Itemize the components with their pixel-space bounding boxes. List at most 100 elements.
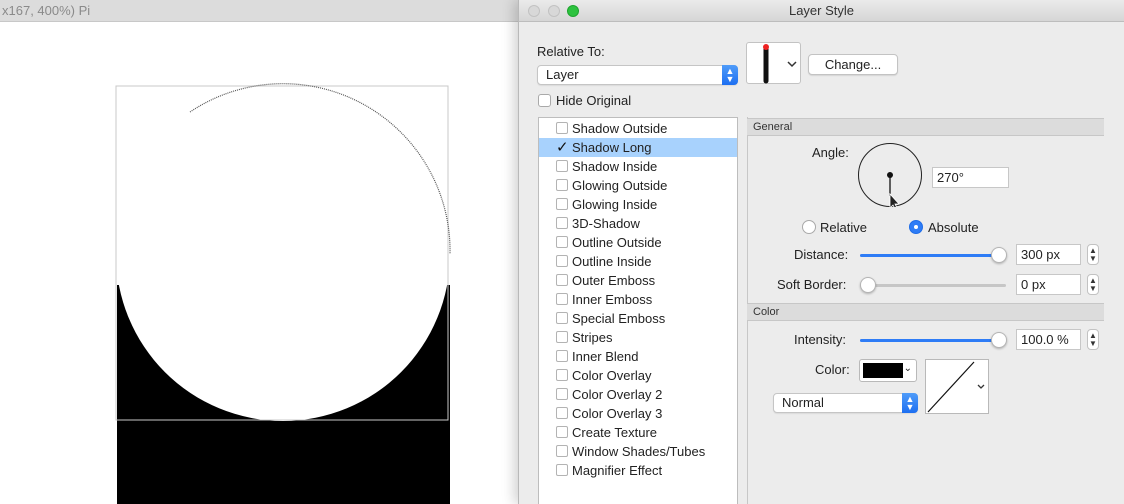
hide-original-label: Hide Original (556, 93, 632, 108)
soft-border-input[interactable]: 0 px (1016, 274, 1081, 295)
effect-list-item[interactable]: ✓ Shadow Long (539, 138, 737, 157)
effect-list-item[interactable]: Outline Inside (539, 252, 737, 271)
blend-mode-value: Normal (782, 395, 824, 410)
layer-preview-popup[interactable] (746, 42, 801, 84)
window-minimize-button[interactable] (548, 5, 560, 17)
curve-icon (927, 361, 985, 413)
general-section-header: General (747, 118, 1104, 136)
effect-list-item[interactable]: Create Texture (539, 423, 737, 442)
effect-label: Shadow Outside (572, 121, 668, 136)
effect-list-item[interactable]: Color Overlay (539, 366, 737, 385)
document-title-bar: x167, 400%) Pi (0, 0, 530, 22)
effect-checkbox[interactable] (556, 160, 568, 172)
select-stepper-icon: ▲ ▼ (902, 393, 918, 413)
effect-checkbox[interactable] (556, 122, 568, 134)
distance-input[interactable]: 300 px (1016, 244, 1081, 265)
effect-checkbox[interactable] (556, 179, 568, 191)
effect-list-item[interactable]: Window Shades/Tubes (539, 442, 737, 461)
effect-checkbox[interactable] (556, 217, 568, 229)
distance-slider-fill (860, 254, 997, 257)
effect-label: Inner Emboss (572, 292, 653, 307)
checkmark-icon: ✓ (556, 139, 569, 156)
effect-list-item[interactable]: Outer Emboss (539, 271, 737, 290)
effect-checkbox[interactable] (556, 274, 568, 286)
change-button[interactable]: Change... (808, 54, 898, 75)
effect-checkbox[interactable] (556, 293, 568, 305)
effect-list-item[interactable]: Inner Blend (539, 347, 737, 366)
distance-slider-knob[interactable] (991, 247, 1007, 263)
document-canvas[interactable] (0, 22, 520, 504)
distance-label: Distance: (794, 247, 849, 262)
intensity-input[interactable]: 100.0 % (1016, 329, 1081, 350)
angle-indicator-icon (887, 172, 900, 207)
effect-label: Shadow Inside (572, 159, 658, 174)
effect-checkbox[interactable] (556, 312, 568, 324)
effect-list-item[interactable]: Special Emboss (539, 309, 737, 328)
color-swatch (863, 363, 903, 378)
effect-list-item[interactable]: Inner Emboss (539, 290, 737, 309)
angle-label: Angle: (812, 145, 849, 160)
effect-checkbox[interactable] (556, 198, 568, 210)
effect-label: Window Shades/Tubes (572, 444, 706, 459)
effect-label: 3D-Shadow (572, 216, 640, 231)
hide-original-checkbox[interactable] (538, 94, 551, 107)
effects-list[interactable]: Shadow Outside ✓ Shadow Long Shadow Inside G… (538, 117, 738, 504)
effect-list-item[interactable]: Color Overlay 2 (539, 385, 737, 404)
window-zoom-button[interactable] (567, 5, 579, 17)
color-picker[interactable]: ⌄ (859, 359, 917, 382)
effect-checkbox[interactable] (556, 407, 568, 419)
relative-to-value: Layer (546, 67, 579, 82)
select-stepper-icon: ▲ ▼ (722, 65, 738, 85)
intensity-slider-knob[interactable] (991, 332, 1007, 348)
effect-list-item[interactable]: Stripes (539, 328, 737, 347)
effect-label: Outer Emboss (572, 273, 656, 288)
effect-label: Create Texture (572, 425, 658, 440)
effect-checkbox[interactable] (556, 350, 568, 362)
blend-mode-select[interactable]: Normal ▲ ▼ (773, 393, 918, 413)
effect-list-item[interactable]: Shadow Inside (539, 157, 737, 176)
effect-label: Outline Outside (572, 235, 662, 250)
intensity-slider-fill (860, 339, 997, 342)
effect-list-item[interactable]: Glowing Outside (539, 176, 737, 195)
dialog-titlebar: Layer Style (519, 0, 1124, 22)
effect-label: Glowing Outside (572, 178, 668, 193)
relative-to-label: Relative To: (537, 44, 605, 59)
effect-checkbox[interactable] (556, 464, 568, 476)
relative-radio-label: Relative (820, 220, 867, 235)
color-section-header: Color (747, 303, 1104, 321)
effect-list-item[interactable]: Magnifier Effect (539, 461, 737, 480)
intensity-stepper[interactable]: ▲ ▼ (1087, 329, 1099, 350)
effect-label: Shadow Long (572, 140, 652, 155)
effect-list-item[interactable]: Color Overlay 3 (539, 404, 737, 423)
effect-checkbox[interactable] (556, 255, 568, 267)
effect-label: Glowing Inside (572, 197, 658, 212)
shadow-bottom (117, 420, 450, 504)
effect-checkbox[interactable] (556, 445, 568, 457)
layer-style-dialog: Layer Style Relative To: Layer ▲ ▼ Change… (518, 0, 1124, 504)
effect-label: Color Overlay 2 (572, 387, 663, 402)
effect-checkbox[interactable] (556, 426, 568, 438)
window-close-button[interactable] (528, 5, 540, 17)
effect-list-item[interactable]: Outline Outside (539, 233, 737, 252)
angle-dial[interactable] (858, 143, 922, 207)
effect-checkbox[interactable] (556, 369, 568, 381)
relative-radio[interactable] (802, 220, 816, 234)
effect-checkbox[interactable] (556, 236, 568, 248)
effect-checkbox[interactable] (556, 331, 568, 343)
distance-stepper[interactable]: ▲ ▼ (1087, 244, 1099, 265)
soft-border-stepper[interactable]: ▲ ▼ (1087, 274, 1099, 295)
effect-checkbox[interactable] (556, 388, 568, 400)
dialog-title: Layer Style (788, 3, 855, 18)
relative-to-select[interactable]: Layer ▲ ▼ (537, 65, 738, 85)
effect-label: Color Overlay (572, 368, 652, 383)
gradient-curve-preview[interactable] (925, 359, 989, 414)
absolute-radio[interactable] (909, 220, 923, 234)
effect-list-item[interactable]: Glowing Inside (539, 195, 737, 214)
brush-preview-icon (763, 44, 797, 84)
soft-border-slider-track[interactable] (860, 284, 1006, 287)
effect-list-item[interactable]: 3D-Shadow (539, 214, 737, 233)
angle-input[interactable]: 270° (932, 167, 1009, 188)
soft-border-slider-knob[interactable] (860, 277, 876, 293)
canvas-artwork (115, 83, 451, 504)
effect-list-item[interactable]: Shadow Outside (539, 119, 737, 138)
